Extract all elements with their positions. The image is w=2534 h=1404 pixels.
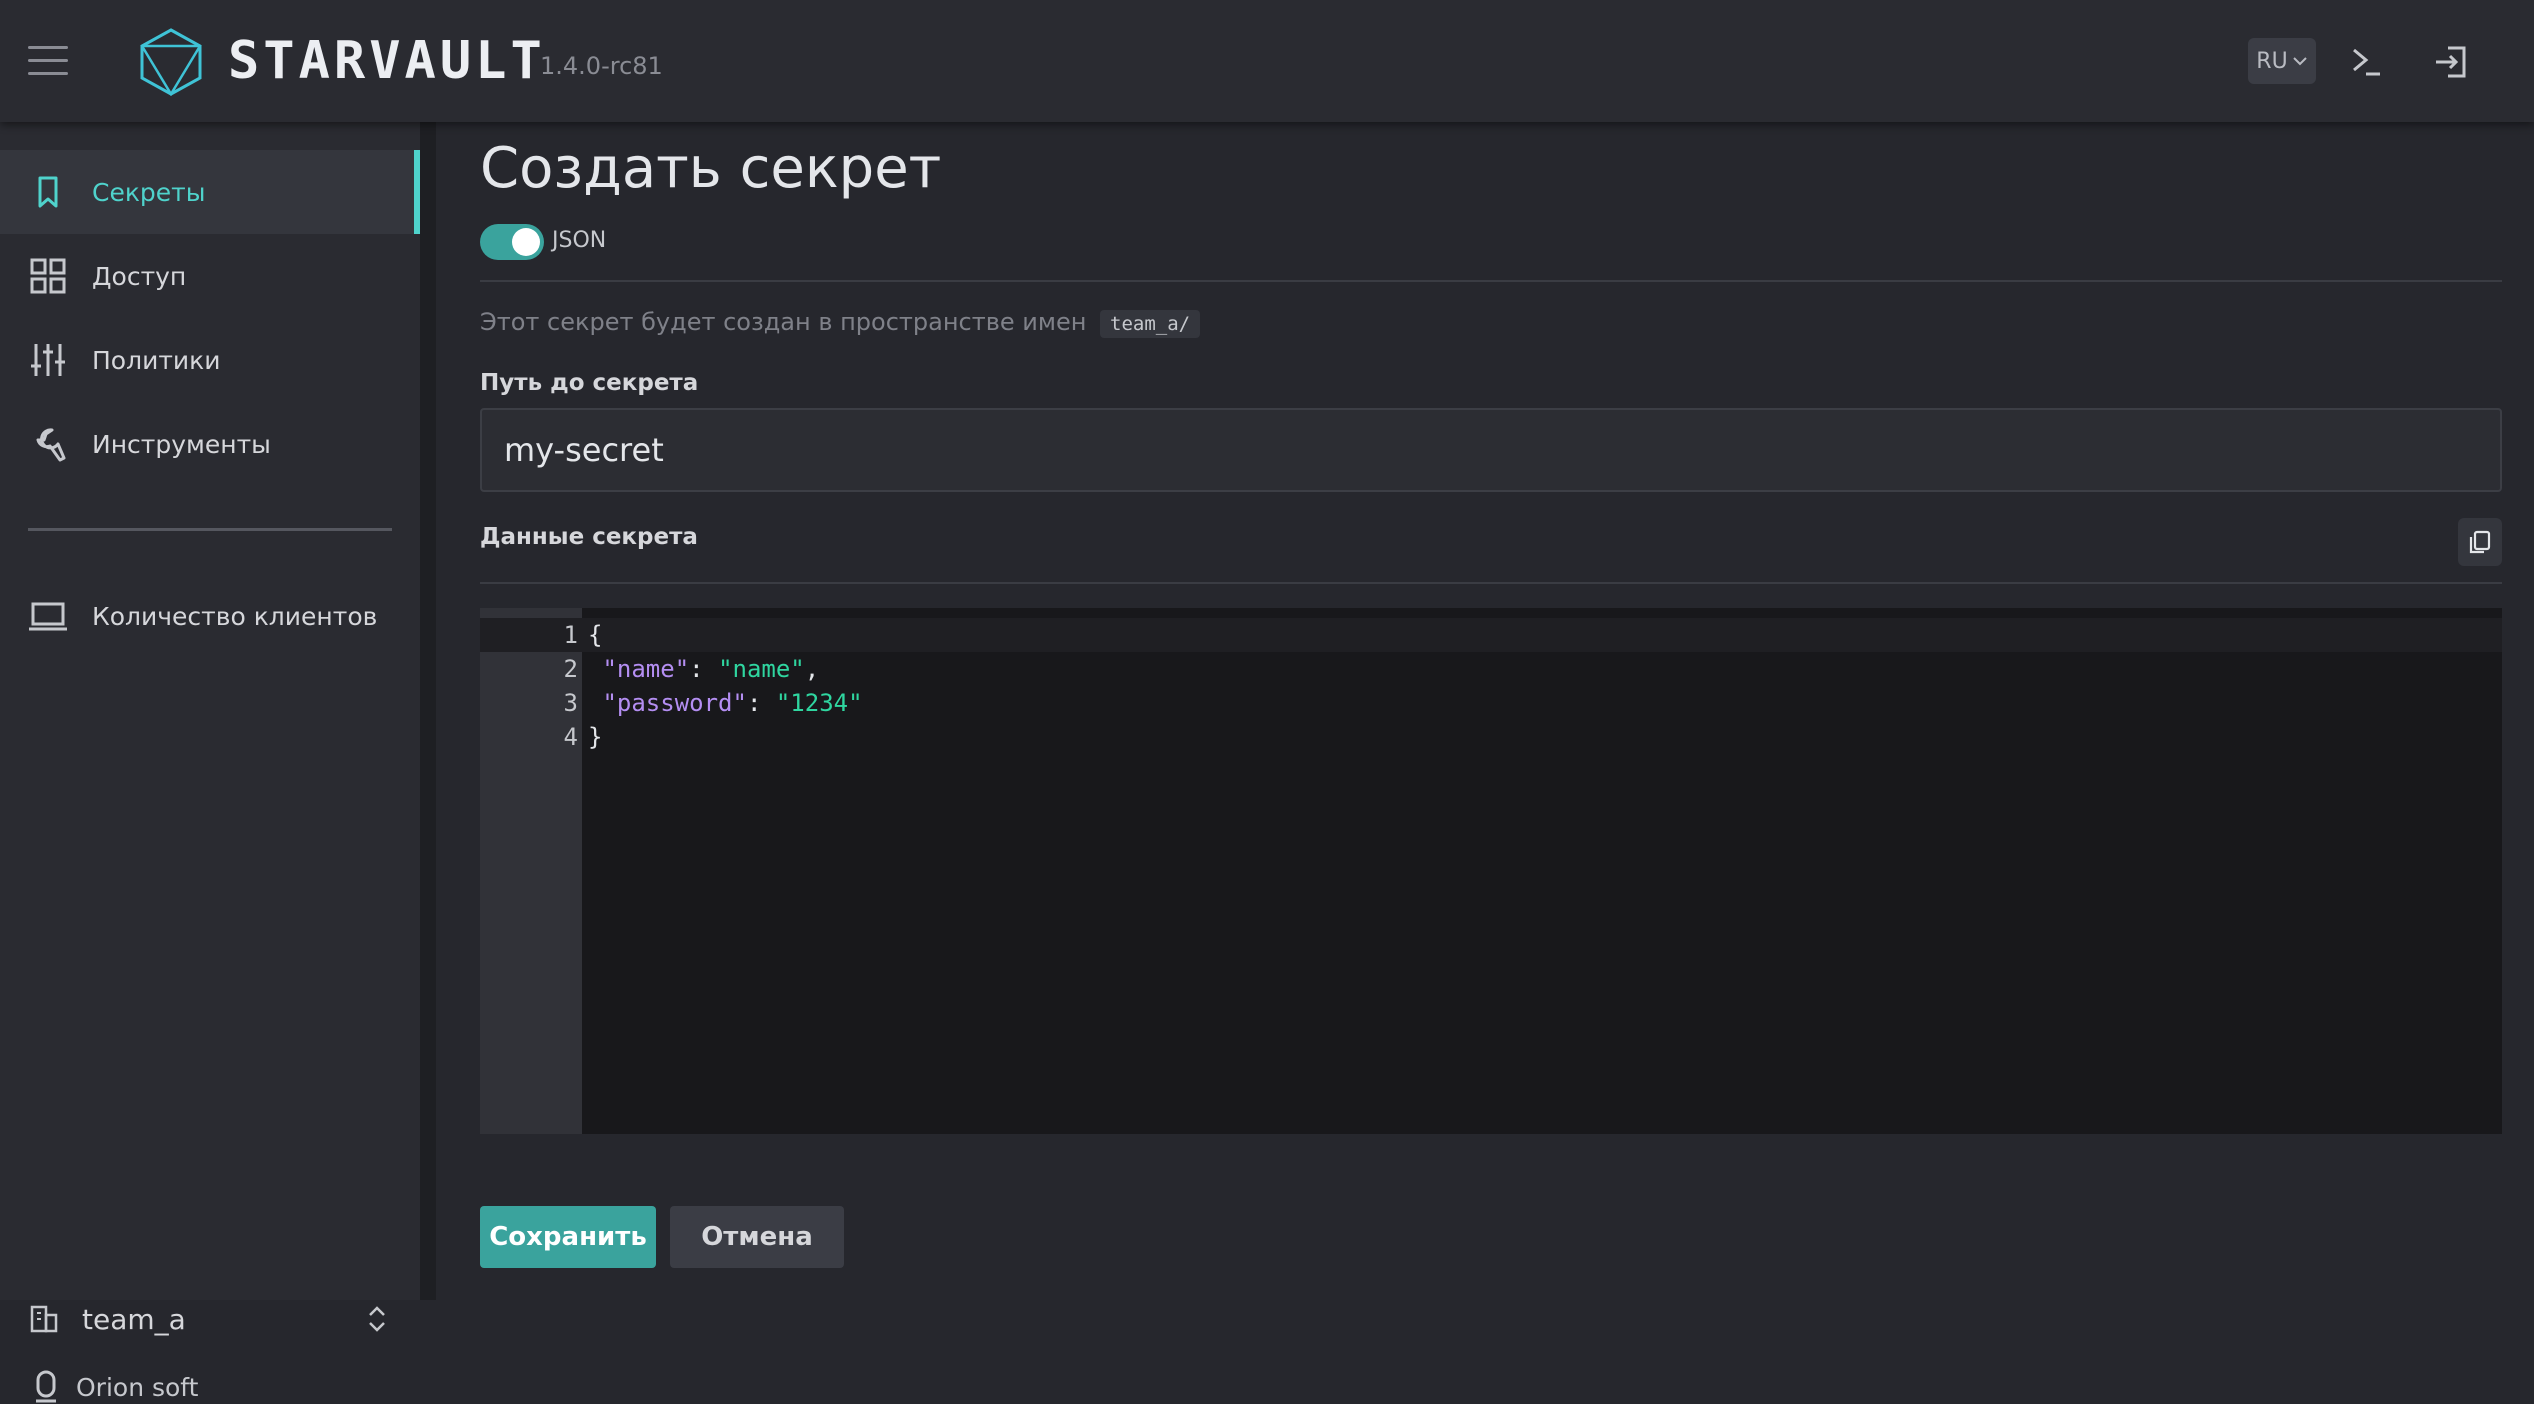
code-line: 3 "password": "1234" xyxy=(480,686,2502,720)
save-button[interactable]: Сохранить xyxy=(480,1206,656,1268)
json-editor[interactable]: 1 { 2 "name": "name", 3 "password": "123… xyxy=(480,608,2502,1134)
language-select[interactable]: RU xyxy=(2248,38,2316,84)
divider xyxy=(480,280,2502,282)
namespace-note-text: Этот секрет будет создан в пространстве … xyxy=(480,308,1087,336)
sidebar: Секреты Доступ Политики Инструменты Коли… xyxy=(0,122,421,1403)
sidebar-item-access[interactable]: Доступ xyxy=(0,234,420,318)
divider xyxy=(480,582,2502,584)
json-string: "name" xyxy=(718,655,805,683)
json-toggle[interactable] xyxy=(480,224,544,260)
line-number: 2 xyxy=(563,655,578,683)
terminal-icon[interactable] xyxy=(2346,42,2386,82)
line-number: 3 xyxy=(563,689,578,717)
main-content: Создать секрет JSON Этот секрет будет со… xyxy=(436,122,2534,1300)
building-icon xyxy=(30,1305,58,1333)
grid-icon xyxy=(30,258,66,294)
sidebar-item-tools[interactable]: Инструменты xyxy=(0,402,420,486)
namespace-code: team_a/ xyxy=(1100,310,1201,338)
sidebar-item-label: Политики xyxy=(92,345,221,375)
chevron-down-icon xyxy=(2292,57,2307,66)
json-toggle-label: JSON xyxy=(552,228,607,253)
json-key: "password" xyxy=(602,689,747,717)
language-value: RU xyxy=(2256,48,2288,74)
sidebar-item-label: Инструменты xyxy=(92,429,271,459)
namespace-name: team_a xyxy=(82,1302,186,1336)
namespace-note: Этот секрет будет создан в пространстве … xyxy=(480,308,1201,338)
code-line: 1 { xyxy=(480,618,2502,652)
chevron-up-down-icon xyxy=(369,1306,385,1332)
bookmark-icon xyxy=(38,176,58,208)
namespace-switcher[interactable]: team_a xyxy=(28,1294,388,1344)
top-header: STARVAULT 1.4.0-rc81 RU xyxy=(0,0,2534,122)
json-key: "name" xyxy=(602,655,690,683)
sidebar-scrollbar[interactable] xyxy=(420,122,436,1300)
line-number: 1 xyxy=(563,621,578,649)
path-label: Путь до секрета xyxy=(480,370,699,396)
secret-data-label: Данные секрета xyxy=(480,524,698,550)
brace-open: { xyxy=(588,621,603,649)
sidebar-item-label: Доступ xyxy=(92,261,187,291)
company-name: Orion soft xyxy=(76,1372,199,1402)
copy-icon xyxy=(2469,530,2491,554)
brand-name: STARVAULT xyxy=(228,31,546,91)
company-footer: Orion soft xyxy=(34,1370,198,1404)
menu-icon[interactable] xyxy=(28,46,68,76)
sidebar-item-secrets[interactable]: Секреты xyxy=(0,150,420,234)
logout-icon[interactable] xyxy=(2432,42,2472,82)
orion-logo-icon xyxy=(36,1370,56,1403)
json-string: "1234" xyxy=(775,689,863,717)
wrench-icon xyxy=(36,428,66,462)
page-title: Создать секрет xyxy=(480,136,942,201)
laptop-icon xyxy=(29,602,67,631)
cancel-button[interactable]: Отмена xyxy=(670,1206,844,1268)
sliders-icon xyxy=(31,344,65,376)
app-version: 1.4.0-rc81 xyxy=(540,52,663,80)
sidebar-divider xyxy=(28,528,392,531)
sidebar-item-policies[interactable]: Политики xyxy=(0,318,420,402)
sidebar-item-label: Количество клиентов xyxy=(92,601,378,631)
secret-path-input[interactable]: my-secret xyxy=(480,408,2502,492)
brace-close: } xyxy=(588,723,603,751)
starvault-logo-icon xyxy=(140,28,202,96)
line-number: 4 xyxy=(563,723,578,751)
sidebar-item-label: Секреты xyxy=(92,177,206,207)
code-line: 2 "name": "name", xyxy=(480,652,2502,686)
code-line: 4 } xyxy=(480,720,2502,754)
sidebar-item-clients[interactable]: Количество клиентов xyxy=(0,574,420,658)
copy-button[interactable] xyxy=(2458,518,2502,566)
